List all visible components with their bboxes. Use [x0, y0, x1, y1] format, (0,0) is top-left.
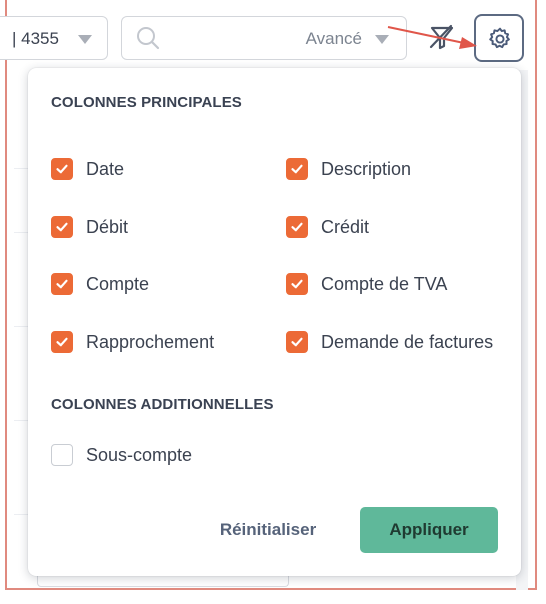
- column-option-label: Description: [321, 158, 412, 179]
- reset-button[interactable]: Réinitialiser: [203, 512, 333, 548]
- column-option-description[interactable]: Description: [286, 157, 411, 181]
- column-settings-popover: COLONNES PRINCIPALES Date Description Dé…: [28, 68, 521, 576]
- column-option-label: Crédit: [321, 216, 370, 237]
- additional-columns-title: COLONNES ADDITIONNELLES: [51, 396, 274, 413]
- account-select[interactable]: | 4355: [0, 16, 108, 60]
- column-option-label: Compte de TVA: [321, 273, 448, 294]
- column-option-label: Sous-compte: [86, 444, 193, 465]
- column-option-label: Compte: [86, 273, 150, 294]
- search-icon: [136, 26, 160, 55]
- column-option-invoice-request[interactable]: Demande de factures: [286, 330, 493, 354]
- column-option-account[interactable]: Compte: [51, 272, 149, 296]
- checkbox[interactable]: [286, 158, 308, 180]
- account-value: | 4355: [12, 29, 59, 48]
- column-option-debit[interactable]: Débit: [51, 215, 128, 239]
- chevron-down-icon: [78, 35, 92, 44]
- checkmark-icon: [291, 164, 303, 174]
- checkbox[interactable]: [51, 444, 73, 466]
- gear-icon: [489, 27, 510, 49]
- column-option-label: Débit: [86, 216, 129, 237]
- checkbox[interactable]: [51, 331, 73, 353]
- column-option-reconciliation[interactable]: Rapprochement: [51, 330, 214, 354]
- column-option-label: Date: [86, 158, 125, 179]
- chevron-down-icon[interactable]: [375, 35, 389, 44]
- checkmark-icon: [291, 337, 303, 347]
- filter-clear-button[interactable]: [427, 22, 457, 52]
- checkbox[interactable]: [286, 331, 308, 353]
- checkmark-icon: [56, 222, 68, 232]
- checkmark-icon: [56, 337, 68, 347]
- search-input[interactable]: Avancé: [121, 16, 407, 60]
- column-option-subaccount[interactable]: Sous-compte: [51, 443, 192, 467]
- column-option-vat-account[interactable]: Compte de TVA: [286, 272, 447, 296]
- column-option-date[interactable]: Date: [51, 157, 124, 181]
- column-settings-button[interactable]: [474, 14, 524, 62]
- checkbox[interactable]: [51, 158, 73, 180]
- checkbox[interactable]: [51, 273, 73, 295]
- checkmark-icon: [291, 222, 303, 232]
- apply-button[interactable]: Appliquer: [360, 507, 498, 553]
- column-option-label: Demande de factures: [321, 331, 494, 352]
- advanced-search-label[interactable]: Avancé: [306, 29, 362, 49]
- filter-clear-icon: [429, 24, 454, 50]
- checkmark-icon: [56, 279, 68, 289]
- column-option-label: Rapprochement: [86, 331, 215, 352]
- checkbox[interactable]: [51, 216, 73, 238]
- checkbox[interactable]: [286, 273, 308, 295]
- checkmark-icon: [56, 164, 68, 174]
- checkmark-icon: [291, 279, 303, 289]
- main-columns-title: COLONNES PRINCIPALES: [51, 94, 242, 111]
- column-option-credit[interactable]: Crédit: [286, 215, 369, 239]
- checkbox[interactable]: [286, 216, 308, 238]
